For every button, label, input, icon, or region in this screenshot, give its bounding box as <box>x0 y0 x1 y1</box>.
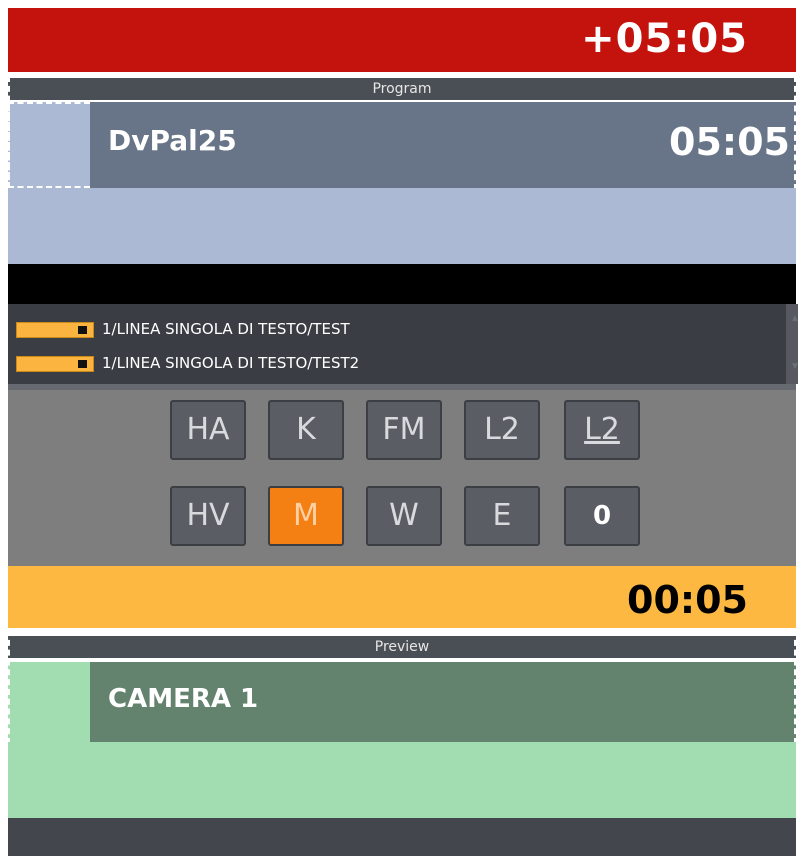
button-panel: HA K FM L2 L2 HV M W E 0 <box>8 390 796 566</box>
fm-button[interactable]: FM <box>366 400 442 460</box>
k-button[interactable]: K <box>268 400 344 460</box>
preview-section-header: Preview <box>8 636 796 658</box>
graphics-list: 1/LINEA SINGOLA DI TESTO/TEST 1/LINEA SI… <box>8 304 798 384</box>
program-divider <box>8 264 796 304</box>
w-button[interactable]: W <box>366 486 442 546</box>
l2-button[interactable]: L2 <box>464 400 540 460</box>
cue-timer: 00:05 <box>627 578 748 622</box>
l2-underlined-button[interactable]: L2 <box>564 400 640 460</box>
m-button[interactable]: M <box>268 486 344 546</box>
graphic-label: 1/LINEA SINGOLA DI TESTO/TEST2 <box>102 354 360 372</box>
cue-timer-bar: 00:05 <box>8 566 796 628</box>
program-clip[interactable]: DvPal25 05:05 <box>90 102 796 188</box>
program-countdown-bar: +05:05 <box>8 8 796 72</box>
scroll-down-icon[interactable]: ▼ <box>790 362 798 372</box>
program-clip-duration: 05:05 <box>669 120 790 164</box>
scroll-up-icon[interactable]: ▲ <box>790 314 798 324</box>
hv-button[interactable]: HV <box>170 486 246 546</box>
preview-clip-band <box>8 742 796 818</box>
graphics-list-scrollbar[interactable]: ▲ ▼ <box>786 304 798 384</box>
graphic-toggle[interactable] <box>16 322 94 338</box>
program-clip-band <box>8 188 796 264</box>
program-clip-name: DvPal25 <box>108 124 237 157</box>
program-section-header: Program <box>8 78 796 100</box>
graphic-toggle-marker <box>78 326 87 334</box>
list-item[interactable]: 1/LINEA SINGOLA DI TESTO/TEST <box>16 318 786 340</box>
bottom-panel <box>8 818 796 856</box>
preview-clip[interactable]: CAMERA 1 <box>90 662 796 742</box>
graphic-toggle-marker <box>78 360 87 368</box>
graphic-label: 1/LINEA SINGOLA DI TESTO/TEST <box>102 320 350 338</box>
program-countdown: +05:05 <box>581 16 748 62</box>
ha-button[interactable]: HA <box>170 400 246 460</box>
program-thumbnail[interactable] <box>8 102 90 188</box>
graphic-toggle[interactable] <box>16 356 94 372</box>
e-button[interactable]: E <box>464 486 540 546</box>
preview-thumbnail[interactable] <box>8 662 90 742</box>
preview-clip-name: CAMERA 1 <box>108 684 259 714</box>
zero-button[interactable]: 0 <box>564 486 640 546</box>
list-item[interactable]: 1/LINEA SINGOLA DI TESTO/TEST2 <box>16 352 786 374</box>
